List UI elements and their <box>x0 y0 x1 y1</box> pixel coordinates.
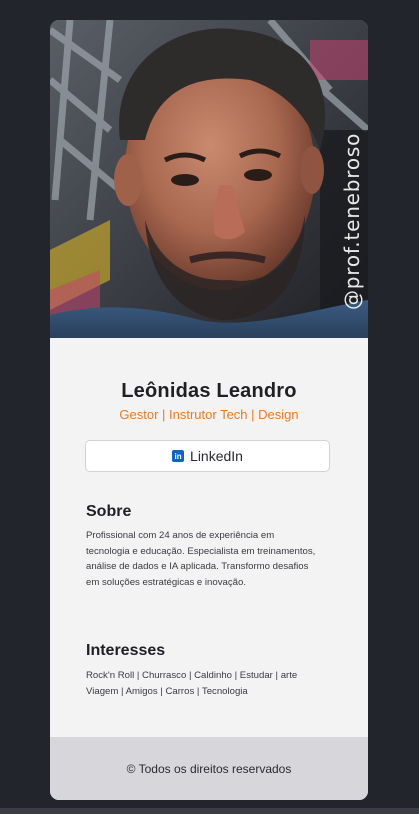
interests-line: Viagem | Amigos | Carros | Tecnologia <box>86 685 248 697</box>
interests-line: Rock'n Roll | Churrasco | Caldinho | Est… <box>86 670 298 681</box>
about-text: Profissional com 24 anos de experiência … <box>86 528 336 590</box>
interests-heading: Interesses <box>86 642 166 659</box>
bottom-bar <box>0 808 419 814</box>
watermark-container: @prof.tenebroso <box>340 133 366 310</box>
about-line: Profissional com 24 anos de experiência … <box>86 530 275 541</box>
profile-role: Gestor | Instrutor Tech | Design <box>119 407 299 422</box>
profile-name: Leônidas Leandro <box>121 380 297 402</box>
page: @prof.tenebroso Leônidas Leandro Gestor … <box>0 0 419 814</box>
profile-photo: @prof.tenebroso <box>50 20 368 338</box>
about-line: em soluções estratégicas e inovação. <box>86 576 246 588</box>
linkedin-icon: in <box>172 450 185 462</box>
footer: © Todos os direitos reservados <box>50 737 368 800</box>
profile-card: @prof.tenebroso Leônidas Leandro Gestor … <box>50 20 368 800</box>
about-line: tecnologia e educação. Especialista em t… <box>86 545 316 557</box>
profile-photo-image <box>50 20 368 338</box>
about-line: análise de dados e IA aplicada. Transfor… <box>86 561 309 572</box>
about-heading: Sobre <box>86 503 132 520</box>
watermark-text: @prof.tenebroso <box>340 132 364 310</box>
interests-text: Rock'n Roll | Churrasco | Caldinho | Est… <box>86 668 336 699</box>
linkedin-button[interactable]: in LinkedIn <box>85 440 330 472</box>
linkedin-label: LinkedIn <box>190 448 243 464</box>
footer-text: © Todos os direitos reservados <box>126 761 292 776</box>
